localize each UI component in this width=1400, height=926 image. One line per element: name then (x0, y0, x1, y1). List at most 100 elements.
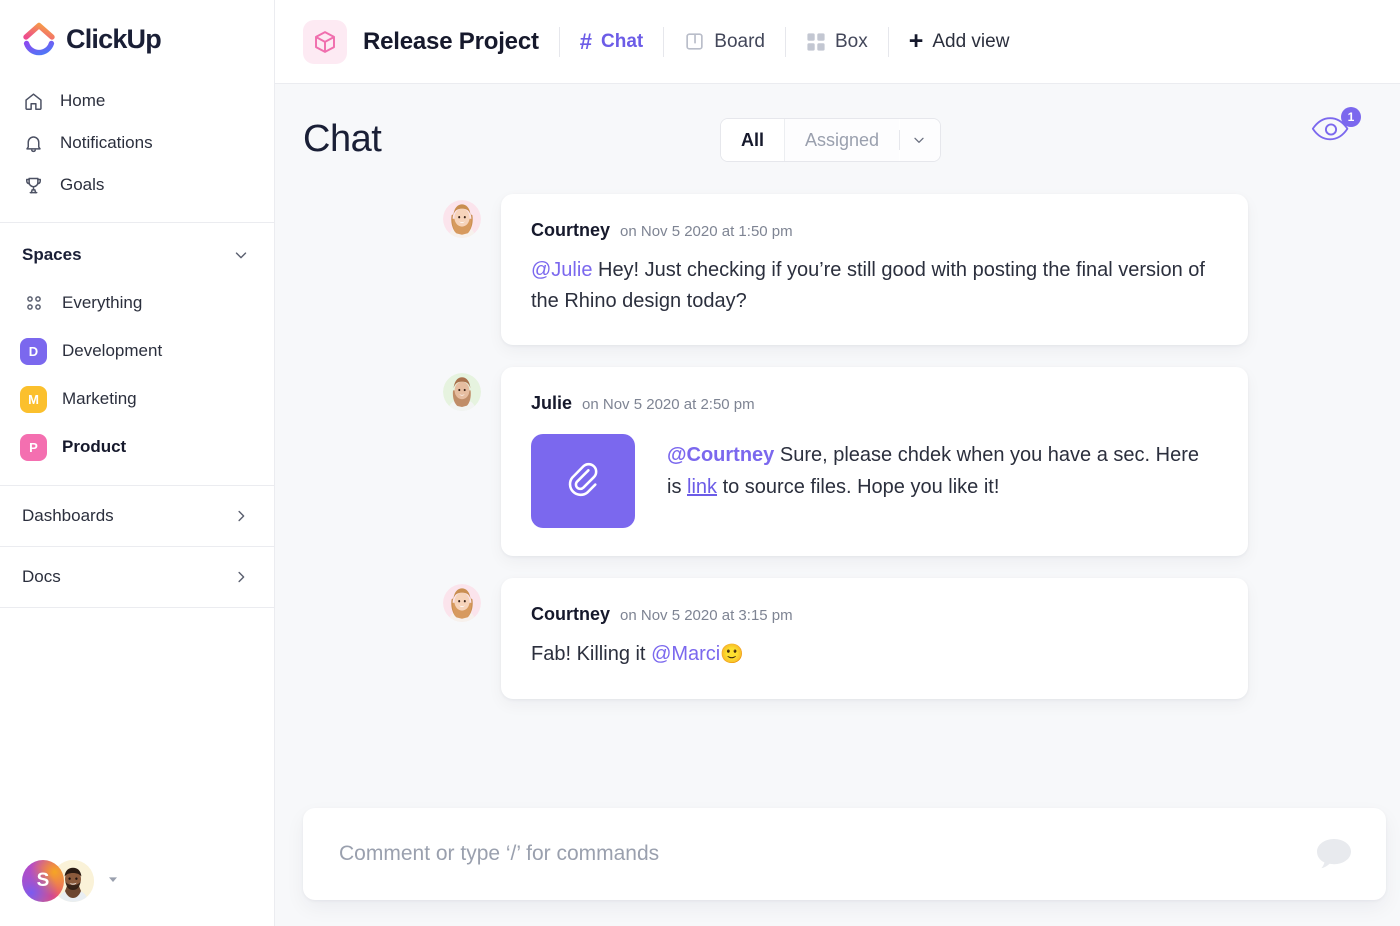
sidebar-item-dashboards[interactable]: Dashboards (0, 486, 274, 546)
clickup-logo[interactable]: ClickUp (0, 0, 274, 74)
workspace-avatar[interactable]: S (22, 860, 64, 902)
add-view-label: Add view (932, 30, 1010, 52)
message-author: Julie (531, 393, 573, 414)
tab-label: Box (834, 30, 868, 52)
tab-label: Board (714, 30, 765, 52)
chevron-down-icon[interactable] (232, 246, 250, 264)
message-text: Hey! Just checking if you’re still good … (531, 259, 1205, 313)
chat-filter-segmented: All Assigned (720, 118, 942, 162)
message-timestamp: on Nov 5 2020 at 2:50 pm (582, 396, 755, 414)
topbar: Release Project # Chat Board Box + Add v… (275, 0, 1400, 84)
sidebar-item-label: Everything (62, 293, 143, 312)
comment-input[interactable] (339, 842, 1312, 866)
hash-icon: # (579, 28, 593, 54)
sidebar-item-development[interactable]: D Development (0, 327, 274, 375)
content-header: Chat All Assigned 1 (303, 84, 1372, 194)
clickup-logo-icon (22, 22, 56, 56)
mention-courtney[interactable]: @Courtney (667, 444, 774, 466)
source-files-link[interactable]: link (687, 476, 717, 498)
chat-message-card: Courtney on Nov 5 2020 at 3:15 pm Fab! K… (501, 578, 1248, 699)
avatar-courtney[interactable] (443, 200, 481, 238)
sidebar-item-label: Development (62, 341, 163, 360)
sidebar-item-everything[interactable]: Everything (0, 279, 274, 327)
divider (784, 26, 786, 57)
emoji-slight-smile: 🙂 (720, 644, 744, 666)
message-body: @Courtney Sure, please chdek when you ha… (531, 428, 1218, 529)
main-area: Release Project # Chat Board Box + Add v… (275, 0, 1400, 926)
mention-julie[interactable]: @Julie (531, 259, 592, 281)
comment-composer[interactable] (303, 808, 1386, 900)
sidebar-item-label: Home (60, 91, 106, 110)
avatar-courtney[interactable] (443, 584, 481, 623)
filter-option-assigned[interactable]: Assigned (785, 119, 900, 161)
message-author: Courtney (531, 220, 611, 240)
message-author: Courtney (531, 604, 611, 625)
chat-message-meta: Courtney on Nov 5 2020 at 1:50 pm (531, 220, 1218, 241)
message-text-block: @Courtney Sure, please chdek when you ha… (667, 434, 1218, 502)
add-view-button[interactable]: + Add view (909, 29, 1010, 54)
sidebar-item-docs[interactable]: Docs (0, 547, 274, 607)
spaces-section-header[interactable]: Spaces (0, 223, 274, 279)
watchers-button[interactable]: 1 (1310, 107, 1361, 152)
sidebar-item-label: Goals (60, 175, 105, 194)
message-timestamp: on Nov 5 2020 at 3:15 pm (620, 607, 793, 625)
trophy-icon (22, 174, 44, 196)
eye-icon (1310, 117, 1354, 150)
bell-icon (22, 132, 44, 154)
sidebar-item-marketing[interactable]: M Marketing (0, 375, 274, 423)
chevron-right-icon (232, 568, 250, 586)
space-badge-marketing: M (20, 385, 47, 413)
app-root: ClickUp Home Notifications Goals Spaces … (0, 0, 1400, 926)
caret-down-icon[interactable] (106, 872, 120, 891)
home-icon (22, 90, 44, 112)
page-title-project: Release Project (363, 27, 539, 55)
space-badge-product: P (20, 433, 47, 461)
tab-label: Chat (601, 30, 644, 52)
comment-bubble-icon[interactable] (1312, 833, 1356, 875)
chat-message-meta: Courtney on Nov 5 2020 at 3:15 pm (531, 604, 1218, 625)
paperclip-icon (565, 461, 601, 502)
tab-board[interactable]: Board (684, 31, 765, 53)
tab-box[interactable]: Box (806, 31, 868, 53)
avatar-julie[interactable] (443, 373, 481, 412)
plus-icon: + (908, 27, 924, 55)
primary-nav: Home Notifications Goals (0, 74, 274, 222)
content-area: Chat All Assigned 1 Courtney on Nov 5 20… (275, 84, 1400, 926)
tab-chat[interactable]: # Chat (580, 29, 643, 55)
box-grid-icon (806, 32, 826, 52)
spaces-title: Spaces (22, 245, 82, 264)
chat-message: Courtney on Nov 5 2020 at 1:50 pm @Julie… (443, 194, 1248, 346)
divider (663, 26, 665, 57)
chat-message-meta: Julie on Nov 5 2020 at 2:50 pm (531, 393, 1218, 414)
chevron-right-icon (232, 507, 250, 525)
chevron-down-icon[interactable] (900, 119, 941, 161)
clickup-wordmark: ClickUp (66, 23, 162, 54)
board-icon (684, 31, 705, 52)
sidebar-item-goals[interactable]: Goals (0, 164, 274, 206)
sidebar-item-product[interactable]: P Product (0, 423, 274, 471)
cube-icon (303, 19, 347, 64)
sidebar-item-notifications[interactable]: Notifications (0, 122, 274, 164)
chat-message: Courtney on Nov 5 2020 at 3:15 pm Fab! K… (443, 578, 1248, 699)
page-title: Chat (303, 117, 382, 160)
sidebar-footer: S (0, 860, 274, 926)
sidebar-item-label: Notifications (60, 133, 153, 152)
message-body: Fab! Killing it @Marci🙂 (531, 639, 1218, 670)
sidebar-item-label: Dashboards (22, 506, 114, 525)
message-text-part2: to source files. Hope you like it! (717, 475, 1000, 498)
message-text: Fab! Killing it (531, 643, 652, 666)
divider (887, 26, 889, 57)
attachment-thumbnail[interactable] (531, 434, 635, 529)
sidebar-item-home[interactable]: Home (0, 80, 274, 122)
chat-message-card: Julie on Nov 5 2020 at 2:50 pm @Courtney… (501, 367, 1248, 557)
watchers-count-badge: 1 (1341, 107, 1361, 127)
sidebar: ClickUp Home Notifications Goals Spaces … (0, 0, 275, 926)
mention-marci[interactable]: @Marci (651, 643, 720, 665)
message-body: @Julie Hey! Just checking if you’re stil… (531, 255, 1218, 317)
sidebar-item-label: Product (62, 437, 127, 456)
filter-option-all[interactable]: All (721, 119, 786, 161)
space-badge-development: D (20, 337, 47, 365)
avatar-stack[interactable]: S (22, 860, 94, 902)
composer-wrap (303, 808, 1386, 900)
